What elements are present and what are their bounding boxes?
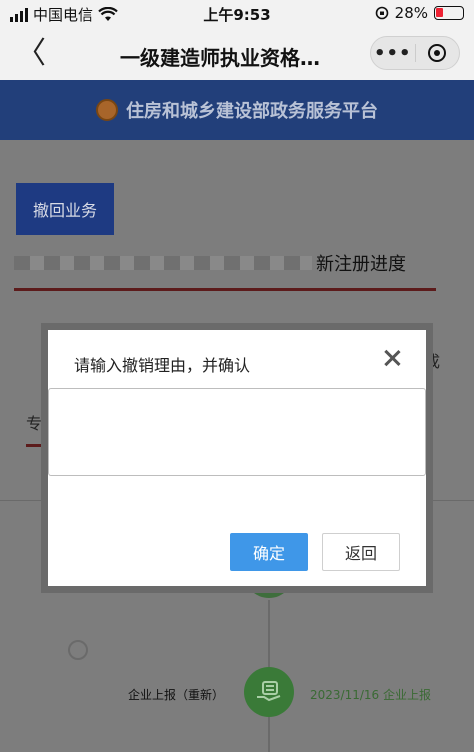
mini-program-close-icon[interactable] xyxy=(415,44,459,62)
platform-banner: 住房和城乡建设部政务服务平台 xyxy=(0,80,474,140)
return-button[interactable]: 返回 xyxy=(322,533,400,571)
mini-program-capsule: ••• xyxy=(370,36,460,70)
dialog-close-icon[interactable] xyxy=(382,348,402,368)
withdraw-reason-dialog: 请输入撤销理由，并确认 确定 返回 xyxy=(41,323,433,593)
timeline-step-date: 2023/11/16 企业上报 xyxy=(310,688,431,702)
back-chevron-icon[interactable]: 〈 xyxy=(16,36,46,72)
side-tab-fragment: 专 xyxy=(26,414,43,433)
progress-label: 新注册进度 xyxy=(316,254,406,275)
nav-bar: 〈 一级建造师执业资格… ••• xyxy=(0,28,474,80)
withdraw-business-button[interactable]: 撤回业务 xyxy=(16,183,114,235)
timeline-marker xyxy=(68,640,88,660)
section-underline xyxy=(14,288,436,291)
redacted-text xyxy=(14,256,312,270)
more-icon[interactable]: ••• xyxy=(371,43,415,64)
report-hand-icon xyxy=(244,667,294,717)
timeline-step-label: 企业上报（重新） xyxy=(128,688,225,702)
national-emblem-icon xyxy=(96,99,118,121)
banner-title: 住房和城乡建设部政务服务平台 xyxy=(126,101,378,122)
confirm-button[interactable]: 确定 xyxy=(230,533,308,571)
side-text-fragment: 成 xyxy=(424,352,441,371)
lock-rotation-icon xyxy=(375,6,388,20)
reason-input[interactable] xyxy=(48,388,426,476)
tab-underline xyxy=(26,444,46,447)
battery-icon xyxy=(434,6,464,20)
battery-percent: 28% xyxy=(394,4,428,22)
dialog-title: 请输入撤销理由，并确认 xyxy=(74,356,251,375)
status-bar: 中国电信 上午9:53 28% xyxy=(0,0,474,28)
page-title: 一级建造师执业资格… xyxy=(120,46,320,70)
status-right: 28% xyxy=(375,4,464,22)
